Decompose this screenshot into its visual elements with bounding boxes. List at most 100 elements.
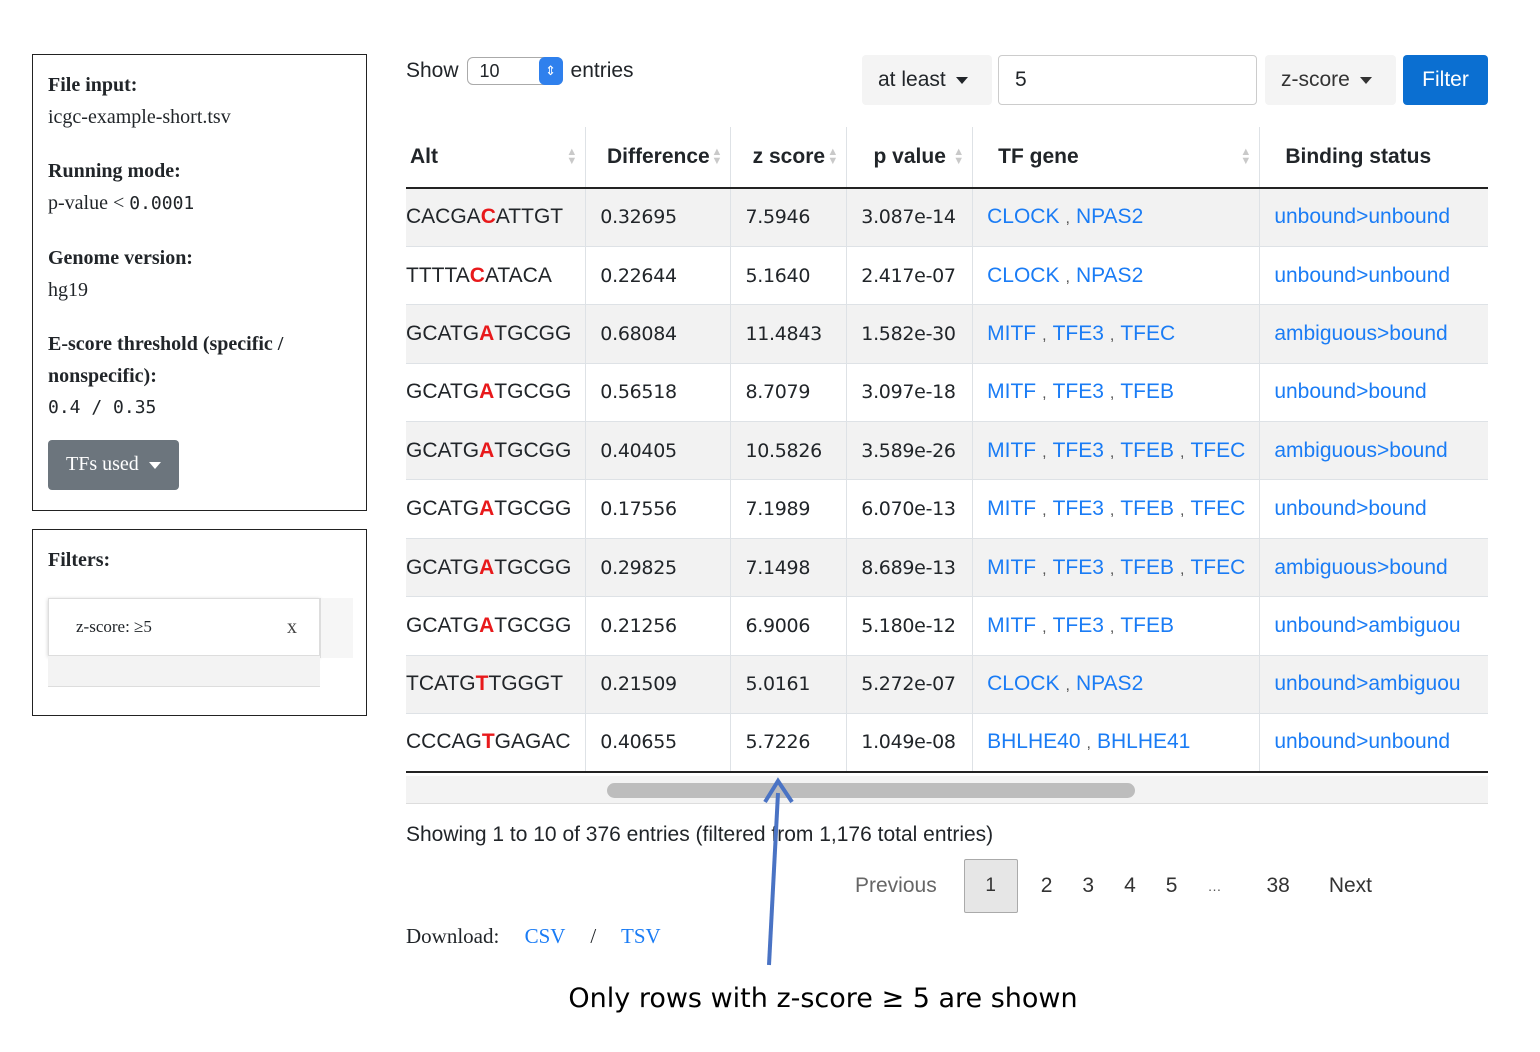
tf-gene-link[interactable]: TFEB <box>1120 614 1174 637</box>
binding-status-link[interactable]: unbound>bound <box>1274 380 1426 403</box>
tf-gene-link[interactable]: MITF <box>987 614 1036 637</box>
table-horizontal-scrollbar[interactable] <box>406 776 1488 804</box>
tf-gene-link[interactable]: TFEC <box>1190 439 1245 462</box>
tf-gene-link[interactable]: TFEB <box>1120 380 1174 403</box>
binding-status-cell: unbound>unbound <box>1259 713 1488 773</box>
alt-prefix: TCATG <box>406 672 476 696</box>
table-header-row: Alt ▲ ▼ Difference ▲ ▼ z score ▲ ▼ p value ▲ ▼ T… <box>406 127 1488 189</box>
tf-gene-link[interactable]: TFE3 <box>1053 556 1104 579</box>
filter-chip-list: z-score: ≥5 x <box>48 598 353 687</box>
gene-separator: , <box>1065 210 1070 228</box>
binding-status-link[interactable]: unbound>ambiguou <box>1274 672 1460 695</box>
close-icon[interactable]: x <box>287 616 297 639</box>
zscore-cell: 5.0161 <box>730 655 848 715</box>
sort-icon: ▲ ▼ <box>953 146 965 167</box>
tf-gene-link[interactable]: NPAS2 <box>1076 205 1143 228</box>
column-dropdown[interactable]: z-score <box>1265 55 1396 105</box>
previous-page-button[interactable]: Previous <box>840 874 952 898</box>
tf-gene-link[interactable]: BHLHE40 <box>987 730 1080 753</box>
running-mode-number: 0.0001 <box>129 193 195 214</box>
page-button[interactable]: 38 <box>1236 874 1304 898</box>
page-button[interactable]: 5 <box>1151 874 1193 898</box>
tf-gene-link[interactable]: TFE3 <box>1053 439 1104 462</box>
column-header-zscore[interactable]: z score ▲ ▼ <box>730 127 848 189</box>
tf-gene-link[interactable]: MITF <box>987 497 1036 520</box>
binding-status-link[interactable]: unbound>unbound <box>1274 730 1450 753</box>
binding-status-link[interactable]: unbound>ambiguou <box>1274 614 1460 637</box>
page-button-current[interactable]: 1 <box>963 859 1018 913</box>
scrollbar-thumb[interactable] <box>607 783 1135 798</box>
tf-gene-link[interactable]: CLOCK <box>987 264 1059 287</box>
arrow-shaft <box>767 792 780 966</box>
tf-gene-link[interactable]: TFEC <box>1120 322 1175 345</box>
alt-cell: CCCAGTGAGAC <box>406 713 587 773</box>
binding-status-link[interactable]: ambiguous>bound <box>1274 322 1447 345</box>
tf-gene-link[interactable]: TFE3 <box>1053 322 1104 345</box>
header-label: p value <box>873 145 946 168</box>
column-header-tf-gene[interactable]: TF gene ▲ ▼ <box>972 127 1261 189</box>
tf-gene-link[interactable]: TFEC <box>1190 556 1245 579</box>
binding-status-link[interactable]: ambiguous>bound <box>1274 439 1447 462</box>
next-page-button[interactable]: Next <box>1305 874 1387 898</box>
tfs-used-dropdown-button[interactable]: TFs used <box>48 440 179 490</box>
tf-gene-link[interactable]: TFEB <box>1120 556 1174 579</box>
header-label: z score <box>752 145 826 168</box>
tf-gene-link[interactable]: TFEC <box>1190 497 1245 520</box>
table-row: GCATGATGCGG 0.40405 10.5826 3.589e-26 MITF, T… <box>406 421 1488 481</box>
tf-gene-link[interactable]: MITF <box>987 380 1036 403</box>
tf-gene-link[interactable]: MITF <box>987 556 1036 579</box>
alt-prefix: TTTTA <box>406 263 470 287</box>
binding-status-link[interactable]: unbound>bound <box>1274 497 1426 520</box>
table-row: GCATGATGCGG 0.56518 8.7079 3.097e-18 MITF, TF… <box>406 363 1488 423</box>
difference-cell: 0.32695 <box>585 188 732 247</box>
tf-gene-link[interactable]: TFE3 <box>1053 497 1104 520</box>
page-length-select[interactable]: 10 ⇕ <box>466 57 563 85</box>
page-button[interactable]: 3 <box>1067 874 1109 898</box>
header-label: Alt <box>410 145 438 168</box>
download-csv-link[interactable]: CSV <box>525 924 565 948</box>
threshold-input[interactable]: 5 <box>998 55 1257 105</box>
column-header-alt[interactable]: Alt ▲ ▼ <box>406 127 587 189</box>
difference-cell: 0.17556 <box>585 479 732 539</box>
tf-gene-link[interactable]: NPAS2 <box>1076 264 1143 287</box>
tf-gene-link[interactable]: MITF <box>987 439 1036 462</box>
pvalue-cell: 1.049e-08 <box>846 713 974 773</box>
column-header-pvalue[interactable]: p value ▲ ▼ <box>846 127 974 189</box>
binding-status-link[interactable]: unbound>unbound <box>1274 205 1450 228</box>
header-label: Binding status <box>1285 145 1432 168</box>
pvalue-cell: 1.582e-30 <box>846 304 974 364</box>
column-header-difference[interactable]: Difference ▲ ▼ <box>585 127 732 189</box>
header-label: Difference <box>607 145 710 168</box>
tf-gene-link[interactable]: CLOCK <box>987 205 1059 228</box>
comparator-dropdown[interactable]: at least <box>862 55 992 105</box>
tf-gene-link[interactable]: TFE3 <box>1053 614 1104 637</box>
tf-gene-link[interactable]: CLOCK <box>987 672 1059 695</box>
gene-separator: , <box>1086 735 1091 753</box>
binding-status-link[interactable]: unbound>unbound <box>1274 264 1450 287</box>
binding-status-cell: ambiguous>bound <box>1259 538 1488 598</box>
genome-version-label: Genome version: <box>48 247 193 269</box>
filter-button[interactable]: Filter <box>1403 55 1488 105</box>
download-tsv-link[interactable]: TSV <box>621 924 661 948</box>
binding-status-cell: unbound>ambiguou <box>1259 596 1488 656</box>
difference-cell: 0.21256 <box>585 596 732 656</box>
file-input-value: icgc-example-short.tsv <box>48 106 231 128</box>
alt-suffix: TGCGG <box>494 380 572 404</box>
binding-status-link[interactable]: ambiguous>bound <box>1274 556 1447 579</box>
page-button[interactable]: 2 <box>1026 874 1068 898</box>
tf-gene-link[interactable]: MITF <box>987 322 1036 345</box>
annotation-caption: Only rows with z-score ≥ 5 are shown <box>568 983 1078 1014</box>
binding-status-cell: unbound>bound <box>1259 479 1488 539</box>
alt-suffix: GAGAC <box>494 730 571 754</box>
tf-gene-link[interactable]: NPAS2 <box>1076 672 1143 695</box>
tf-gene-link[interactable]: TFE3 <box>1053 380 1104 403</box>
gene-separator: , <box>1109 326 1115 344</box>
tf-gene-link[interactable]: BHLHE41 <box>1097 730 1190 753</box>
tf-gene-link[interactable]: TFEB <box>1120 439 1174 462</box>
tf-gene-link[interactable]: TFEB <box>1120 497 1174 520</box>
chip-list-scrollbar[interactable] <box>320 598 353 658</box>
page-button[interactable]: 4 <box>1109 874 1151 898</box>
alt-cell: GCATGATGCGG <box>406 421 587 481</box>
alt-prefix: GCATG <box>406 321 480 345</box>
column-header-binding-status[interactable]: Binding status <box>1259 127 1488 189</box>
